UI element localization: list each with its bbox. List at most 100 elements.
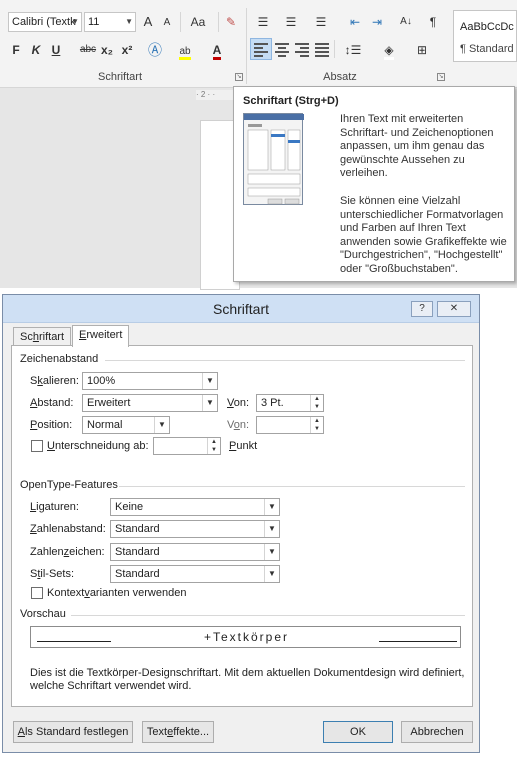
position-von-label: Von: [227, 419, 250, 431]
subscript-button[interactable]: x₂ [100, 40, 114, 60]
ok-button[interactable]: OK [323, 721, 393, 743]
sort-button[interactable]: A↓ [398, 12, 414, 32]
grow-font-button[interactable]: A [140, 12, 156, 32]
ruler: · 2 · · [196, 90, 236, 100]
zahlenabstand-select[interactable]: Standard ▼ [110, 520, 280, 538]
tooltip-description-1: Ihren Text mit erweiterten Schriftart- u… [340, 113, 494, 179]
shrink-font-button[interactable]: A [160, 13, 174, 33]
align-right-icon [295, 41, 309, 57]
align-left-button[interactable] [250, 38, 272, 60]
kontextvarianten-checkbox[interactable] [31, 587, 43, 599]
tab-schriftart[interactable]: Schriftart [13, 327, 72, 347]
shading-button[interactable]: ◈ [374, 40, 404, 60]
paragraph-dialog-launcher[interactable]: ↘ [437, 73, 445, 81]
underline-button[interactable]: U [50, 40, 62, 60]
close-icon: ✕ [449, 303, 459, 314]
skalieren-select[interactable]: 100% ▼ [82, 372, 218, 390]
tab-label-part: rweitert [86, 329, 123, 341]
superscript-button[interactable]: x² [120, 40, 134, 60]
show-formatting-button[interactable]: ¶ [426, 12, 440, 32]
stilsets-select[interactable]: Standard ▼ [110, 565, 280, 583]
set-default-button[interactable]: Als Standard festlegen [13, 721, 133, 743]
abstand-select[interactable]: Erweitert ▼ [82, 394, 218, 412]
italic-button[interactable]: K [30, 40, 42, 60]
spinner-arrows[interactable]: ▲ ▼ [310, 395, 323, 411]
cancel-button[interactable]: Abbrechen [401, 721, 473, 743]
style-standard[interactable]: AaBbCcDc ¶ Standard [453, 10, 517, 62]
bullets-button[interactable]: ☰ [252, 12, 274, 32]
font-size-value: 11 [88, 16, 100, 28]
tooltip-description-2: Sie können eine Vielzahl unterschiedlich… [340, 195, 507, 275]
eraser-icon: ✎ [225, 15, 237, 29]
position-select[interactable]: Normal ▼ [82, 416, 170, 434]
clear-formatting-button[interactable]: ✎ [222, 12, 240, 32]
position-label: Position: [30, 419, 73, 431]
divider [218, 12, 219, 32]
zahlenzeichen-select[interactable]: Standard ▼ [110, 543, 280, 561]
font-name-value: Calibri (Textk [12, 16, 76, 28]
numbering-button[interactable]: ☰ [280, 12, 302, 32]
section-divider [119, 486, 465, 487]
dialog-titlebar[interactable]: Schriftart ? ✕ [3, 295, 479, 323]
abstand-von-spinner[interactable]: 3 Pt. ▲ ▼ [256, 394, 324, 412]
kerning-spinner[interactable]: ▲ ▼ [153, 437, 221, 455]
highlight-button[interactable]: ab [174, 40, 196, 60]
borders-button[interactable]: ⊞ [408, 40, 436, 60]
spinner-arrows[interactable]: ▲ ▼ [310, 417, 323, 433]
align-left-icon [254, 41, 268, 57]
help-button[interactable]: ? [411, 301, 433, 317]
sort-icon: A↓ [400, 16, 412, 27]
ribbon: Calibri (Textk ▼ 11 ▼ A A Aa ✎ F K U abc… [0, 0, 517, 88]
chevron-down-icon: ▼ [71, 17, 79, 26]
position-von-spinner[interactable]: ▲ ▼ [256, 416, 324, 434]
close-button[interactable]: ✕ [437, 301, 471, 317]
kerning-label: Unterschneidung ab: [47, 440, 149, 452]
font-dialog: Schriftart ? ✕ Schriftart Erweitert Zeic… [2, 294, 480, 753]
zahlenabstand-label: Zahlenabstand: [30, 523, 106, 535]
chevron-down-icon: ▼ [264, 521, 279, 537]
text-effects-button[interactable]: Texteffekte... [142, 721, 214, 743]
tab-erweitert[interactable]: Erweitert [72, 325, 130, 347]
bold-icon: F [12, 43, 20, 57]
bold-button[interactable]: F [10, 40, 22, 60]
justify-button[interactable] [314, 40, 330, 58]
align-right-button[interactable] [294, 40, 310, 58]
strikethrough-icon: abc [79, 44, 97, 55]
group-label-absatz: Absatz [323, 71, 357, 83]
increase-indent-button[interactable]: ⇥ [368, 12, 386, 32]
help-icon: ? [419, 303, 425, 314]
font-name-combo[interactable]: Calibri (Textk ▼ [8, 12, 82, 32]
border-icon: ⊞ [416, 43, 428, 57]
spin-down-icon: ▼ [211, 447, 217, 453]
skalieren-value: 100% [87, 375, 116, 387]
text-effects-icon: Ⓐ [148, 42, 162, 58]
style-name: ¶ Standard [460, 43, 514, 55]
kerning-checkbox[interactable] [31, 440, 43, 452]
shrink-font-icon: A [163, 17, 171, 28]
punkt-label: Punkt [229, 440, 258, 452]
decrease-indent-button[interactable]: ⇤ [346, 12, 364, 32]
section-vorschau: Vorschau [20, 608, 66, 620]
highlighter-icon: ab [179, 46, 191, 60]
font-dialog-launcher[interactable]: ↘ [235, 73, 243, 81]
align-center-button[interactable] [274, 40, 290, 58]
font-size-combo[interactable]: 11 ▼ [84, 12, 136, 32]
text-effects-button[interactable]: Ⓐ [144, 40, 166, 60]
change-case-button[interactable]: Aa [186, 12, 210, 32]
spin-down-icon: ▼ [314, 404, 320, 410]
pilcrow-icon: ¶ [429, 15, 437, 29]
kontextvarianten-label: Kontextvarianten verwenden [47, 587, 187, 599]
line-spacing-button[interactable]: ↕☰ [340, 40, 366, 60]
multilevel-list-button[interactable]: ☰ [308, 12, 334, 32]
group-divider [246, 8, 247, 84]
font-color-button[interactable]: A [206, 40, 228, 60]
chevron-down-icon: ▼ [125, 17, 133, 26]
dialog-title: Schriftart [212, 301, 269, 317]
superscript-icon: x² [121, 43, 133, 57]
chevron-down-icon: ▼ [154, 417, 169, 433]
strikethrough-button[interactable]: abc [79, 40, 97, 60]
ligaturen-select[interactable]: Keine ▼ [110, 498, 280, 516]
spinner-arrows[interactable]: ▲ ▼ [207, 438, 220, 454]
stilsets-label: Stil-Sets: [30, 568, 75, 580]
zahlenabstand-value: Standard [115, 523, 160, 535]
